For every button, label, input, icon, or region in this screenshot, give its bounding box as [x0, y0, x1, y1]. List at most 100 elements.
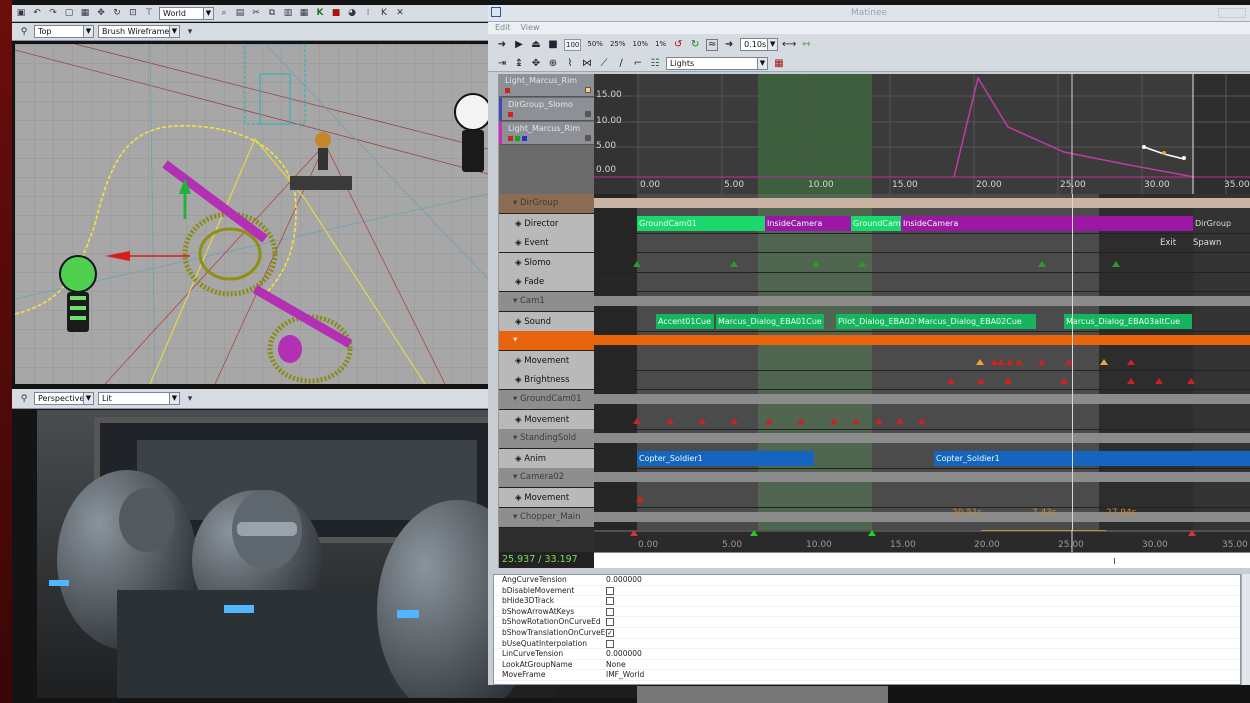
- property-checkbox[interactable]: [606, 618, 614, 627]
- keyframe-marker[interactable]: [1015, 358, 1023, 365]
- keyframe-marker[interactable]: [1038, 358, 1046, 365]
- track-segment[interactable]: InsideCamera: [901, 215, 1193, 231]
- keyframe-marker[interactable]: [730, 260, 738, 267]
- track-row[interactable]: ◈ Event Exit Spawn: [499, 233, 1250, 254]
- keyframe-marker[interactable]: [797, 417, 805, 424]
- view-range-icon[interactable]: ⟷: [782, 39, 796, 51]
- keyframe-marker[interactable]: [875, 417, 883, 424]
- kismet2-icon[interactable]: K: [378, 7, 390, 19]
- track-row[interactable]: ◈ Director GroundCam01 InsideCamera GroundC…: [499, 213, 1250, 234]
- top-viewport[interactable]: [15, 44, 488, 384]
- keyframe-marker[interactable]: [633, 417, 641, 424]
- property-value[interactable]: [606, 639, 1240, 649]
- move-icon[interactable]: ✥: [95, 7, 107, 19]
- keyframe-marker[interactable]: [947, 378, 955, 385]
- track-segment[interactable]: InsideCamera: [765, 215, 851, 231]
- curve-graph[interactable]: 15.00 10.00 5.00 0.00 0.00 5.00 10.00 15…: [594, 74, 1250, 194]
- property-value[interactable]: ✓: [606, 628, 1240, 638]
- copy-icon[interactable]: ⧉: [266, 7, 278, 19]
- keyframe-marker[interactable]: [1127, 358, 1135, 365]
- track-area[interactable]: [594, 351, 1250, 371]
- track-segment[interactable]: Marcus_Dialog_EBA03altCue: [1064, 313, 1192, 329]
- constant-icon[interactable]: ⌐: [632, 57, 644, 69]
- track-area[interactable]: GroundCam01InsideCameraGroundCam01Inside…: [594, 214, 1250, 234]
- window-controls[interactable]: [1218, 8, 1246, 18]
- group-label[interactable]: ▾ StandingSold: [499, 429, 594, 450]
- track-label[interactable]: ◈ Movement: [499, 409, 594, 430]
- track-area[interactable]: Accent01Cue Marcus_Dialog_EBA01Cue Pilot_D…: [594, 312, 1250, 332]
- track-row[interactable]: ◈ Brightness: [499, 370, 1250, 391]
- curve-list-item[interactable]: Light_Marcus_Rim: [499, 74, 594, 97]
- track-label[interactable]: ◈ Sound: [499, 311, 594, 332]
- tab-icon[interactable]: ☷: [649, 57, 661, 69]
- keyframe-marker[interactable]: [1112, 260, 1120, 267]
- menu-edit[interactable]: Edit: [495, 22, 511, 34]
- keyframe-marker[interactable]: [633, 260, 641, 267]
- coord-system-select[interactable]: World ▼: [159, 6, 214, 20]
- track-segment[interactable]: DirGroup: [1193, 216, 1250, 231]
- track-area[interactable]: [594, 253, 1250, 273]
- delete-tab-icon[interactable]: ▦: [773, 57, 785, 69]
- curve-list-item[interactable]: Light_Marcus_Rim: [499, 122, 594, 145]
- group-label[interactable]: ▾ Camera02: [499, 468, 594, 489]
- keyframe-marker[interactable]: [830, 417, 838, 424]
- snap-size-select[interactable]: 0.10s ▼: [740, 38, 779, 51]
- user-icon[interactable]: ⋈: [581, 57, 593, 69]
- track-area[interactable]: [594, 410, 1250, 430]
- add-key-icon[interactable]: ➜: [496, 39, 508, 51]
- redo-icon[interactable]: ↷: [47, 7, 59, 19]
- close-icon[interactable]: ✕: [394, 7, 406, 19]
- track-row[interactable]: ◈ Slomo: [499, 252, 1250, 273]
- keyframe-marker[interactable]: [1155, 378, 1163, 385]
- rotate-icon[interactable]: ↻: [111, 7, 123, 19]
- group-row[interactable]: ▾ Light_Marcus_Rim: [499, 331, 1250, 364]
- keyframe-marker[interactable]: [1187, 378, 1195, 385]
- dropdown-arrow-icon[interactable]: ▾: [184, 26, 196, 38]
- track-row[interactable]: ◈ Anim Copter_Soldier1 Copter_Soldier1: [499, 448, 1250, 469]
- track-segment[interactable]: GroundCam01: [851, 215, 901, 231]
- keyframe-marker[interactable]: [852, 417, 860, 424]
- fit-vertical-icon[interactable]: ↨: [513, 57, 525, 69]
- track-label[interactable]: ◈ Movement: [499, 488, 594, 508]
- keyframe-marker[interactable]: [730, 417, 738, 424]
- property-value[interactable]: 0.000000: [606, 575, 1240, 585]
- track-label[interactable]: ◈ Event: [499, 233, 594, 254]
- binoculars-icon[interactable]: ⌕: [218, 7, 230, 19]
- break-icon[interactable]: ⟋: [598, 57, 610, 69]
- track-label[interactable]: ◈ Director: [499, 213, 594, 234]
- track-editor[interactable]: ▾ DirGroup ◈ Director GroundCam01 InsideCam…: [499, 194, 1250, 552]
- property-value[interactable]: [606, 607, 1240, 617]
- keyframe-marker[interactable]: [997, 358, 1005, 365]
- browser-icon[interactable]: ▤: [234, 7, 246, 19]
- track-row[interactable]: ◈ Movement: [499, 350, 1250, 371]
- undo-icon[interactable]: ↶: [31, 7, 43, 19]
- speed-1-button[interactable]: 1%: [654, 39, 667, 51]
- group-label[interactable]: ▾ GroundCam01: [499, 390, 594, 410]
- keyframe-marker[interactable]: [698, 417, 706, 424]
- property-value[interactable]: 0.000000: [606, 649, 1240, 659]
- property-checkbox[interactable]: [606, 607, 614, 616]
- keyframe-marker[interactable]: [765, 417, 773, 424]
- track-row[interactable]: ◈ Movement: [499, 409, 1250, 430]
- track-scrollbar[interactable]: [488, 194, 499, 568]
- viewport-options-icon[interactable]: ⚲: [18, 26, 30, 38]
- track-segment[interactable]: Copter_Soldier1: [934, 450, 1250, 466]
- pivot-icon[interactable]: ⊤: [143, 7, 155, 19]
- layout-icon[interactable]: ▢: [63, 7, 75, 19]
- group-row[interactable]: ▾ Chopper_Main: [499, 507, 1250, 528]
- fit-horizontal-icon[interactable]: ⇥: [496, 57, 508, 69]
- grid-icon[interactable]: ▦: [298, 7, 310, 19]
- keyframe-marker[interactable]: [1004, 378, 1012, 385]
- group-row[interactable]: ▾ Cam1: [499, 292, 1250, 312]
- track-segment[interactable]: Pilot_Dialog_EBA02Cue: [836, 313, 916, 329]
- keyframe-marker[interactable]: [666, 417, 674, 424]
- top-view-select[interactable]: Top ▼: [34, 25, 94, 38]
- timeline-scrollbar[interactable]: [594, 552, 1250, 568]
- track-area[interactable]: [594, 488, 1250, 508]
- track-row[interactable]: ◈ Sound Accent01Cue Marcus_Dialog_EBA01Cue…: [499, 311, 1250, 332]
- options-icon[interactable]: ⁝: [362, 7, 374, 19]
- speed-10-button[interactable]: 10%: [632, 39, 650, 51]
- property-checkbox[interactable]: ✓: [606, 628, 614, 637]
- group-label[interactable]: ▾ DirGroup: [499, 194, 594, 214]
- curve-list-item[interactable]: DirGroup_Slomo: [499, 98, 594, 121]
